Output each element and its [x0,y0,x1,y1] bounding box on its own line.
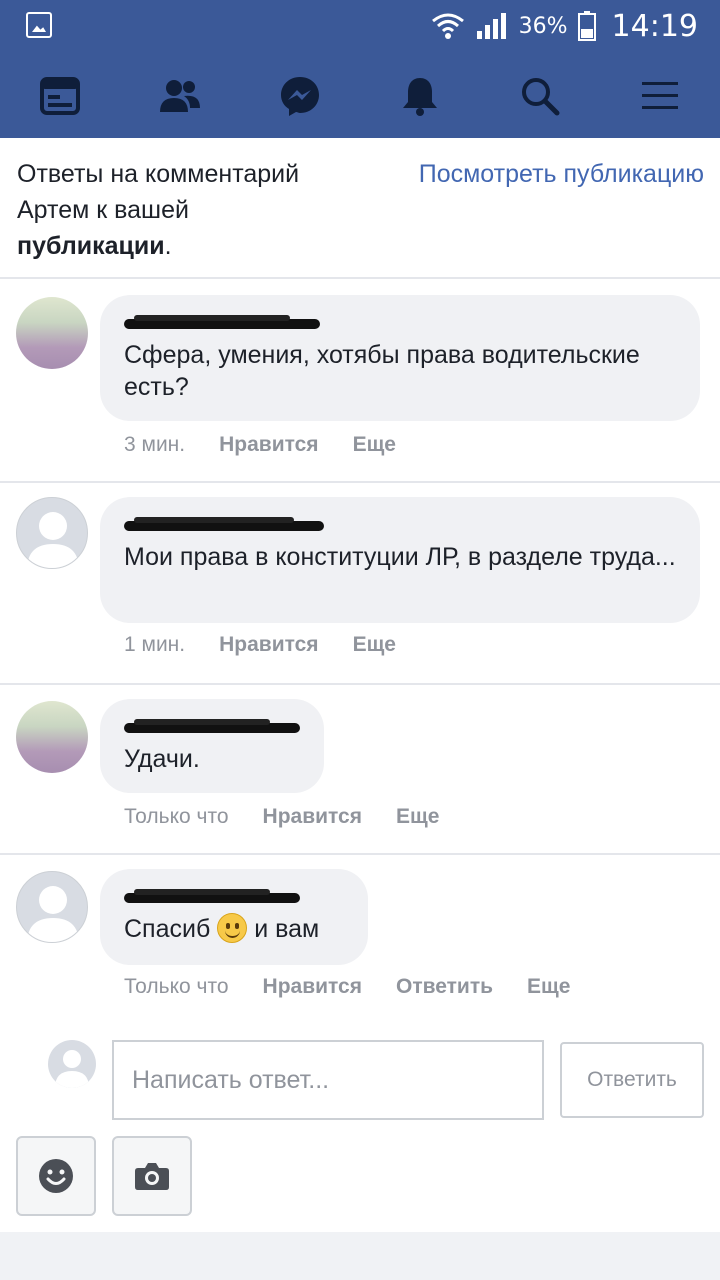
menu-icon [642,82,678,109]
comment-time: 3 мин. [124,433,186,456]
battery-icon [577,11,596,41]
like-button[interactable]: Нравится [263,975,362,999]
clock: 14:19 [611,8,698,44]
comment-text-end: и вам [254,915,320,943]
comment-meta: 3 мин. Нравится Еще [124,433,396,457]
default-avatar-icon [27,512,79,568]
emoji-button[interactable] [16,1136,96,1216]
news-feed-icon [40,77,80,115]
comment-meta: 1 мин. Нравится Еще [124,633,396,657]
reply-input[interactable]: Написать ответ... [112,1040,544,1120]
signal-icon [475,11,509,41]
more-button[interactable]: Еще [353,633,396,657]
more-button[interactable]: Еще [527,975,570,999]
replies-header: Ответы на комментарий Артем к вашей публ… [0,138,720,279]
nav-news-feed[interactable] [0,60,120,132]
comment-text: Спасиб и вам [124,913,344,945]
comment-item: Сфера, умения, хотябы права водительские… [0,281,720,483]
redacted-name [124,715,300,737]
default-avatar-icon [27,886,79,942]
nav-friends[interactable] [120,60,240,132]
camera-icon [135,1163,169,1190]
comment-item: Мои права в конституции ЛР, в разделе тр… [0,483,720,685]
comment-bubble: Мои права в конституции ЛР, в разделе тр… [100,497,700,623]
reply-placeholder: Написать ответ... [132,1065,330,1094]
nav-notifications[interactable] [360,60,480,132]
notifications-icon [403,78,437,116]
camera-button[interactable] [112,1136,192,1216]
like-button[interactable]: Нравится [263,805,362,829]
nav-search[interactable] [480,60,600,132]
comment-bubble: Спасиб и вам [100,869,368,965]
comment-bubble: Удачи. [100,699,324,793]
friends-icon [160,80,200,112]
comment-text-start: Спасиб [124,915,211,943]
avatar[interactable] [16,497,88,569]
comment-time: 1 мин. [124,633,186,656]
smiley-emoji-icon [217,913,248,943]
page-title: Ответы на комментарий Артем к вашей публ… [17,156,357,264]
comment-time: Только что [124,975,229,998]
reply-submit-button[interactable]: Ответить [560,1042,704,1118]
like-button[interactable]: Нравится [219,633,318,657]
comment-item: Спасиб и вам Только что Нравится Ответит… [0,855,720,1025]
nav-messenger[interactable] [240,60,360,132]
title-bold: публикации [17,232,165,260]
wifi-icon [431,11,465,41]
comment-time: Только что [124,805,229,828]
smiley-icon [39,1159,73,1193]
title-line-2: Артем к вашей [17,196,189,224]
avatar[interactable] [16,871,88,943]
avatar[interactable] [16,701,88,773]
comment-text: Сфера, умения, хотябы права водительские… [124,341,640,401]
gallery-icon [26,12,52,38]
view-post-link[interactable]: Посмотреть публикацию [419,156,704,192]
more-button[interactable]: Еще [396,805,439,829]
avatar[interactable] [16,297,88,369]
like-button[interactable]: Нравится [219,433,318,457]
nav-bar [0,60,720,132]
redacted-name [124,885,344,907]
search-icon [522,78,560,116]
comment-meta: Только что Нравится Еще [124,805,439,829]
app-header: 36% 14:19 [0,0,720,138]
default-avatar-icon [55,1050,89,1088]
my-avatar [48,1040,96,1088]
title-end: . [164,232,172,260]
title-line-1: Ответы на комментарий [17,160,300,188]
redacted-name [124,311,676,333]
comment-bubble: Сфера, умения, хотябы права водительские… [100,295,700,421]
status-bar: 36% 14:19 [0,0,720,52]
redacted-name [124,513,676,535]
nav-menu[interactable] [600,60,720,132]
comment-meta: Только что Нравится Ответить Еще [124,975,570,999]
reply-link[interactable]: Ответить [396,975,493,999]
battery-percent: 36% [518,13,568,39]
bottom-area [0,1232,720,1280]
comment-text: Удачи. [124,745,200,773]
more-button[interactable]: Еще [353,433,396,457]
messenger-icon [281,77,319,116]
comment-item: Удачи. Только что Нравится Еще [0,685,720,855]
comment-text: Мои права в конституции ЛР, в разделе тр… [124,543,676,571]
